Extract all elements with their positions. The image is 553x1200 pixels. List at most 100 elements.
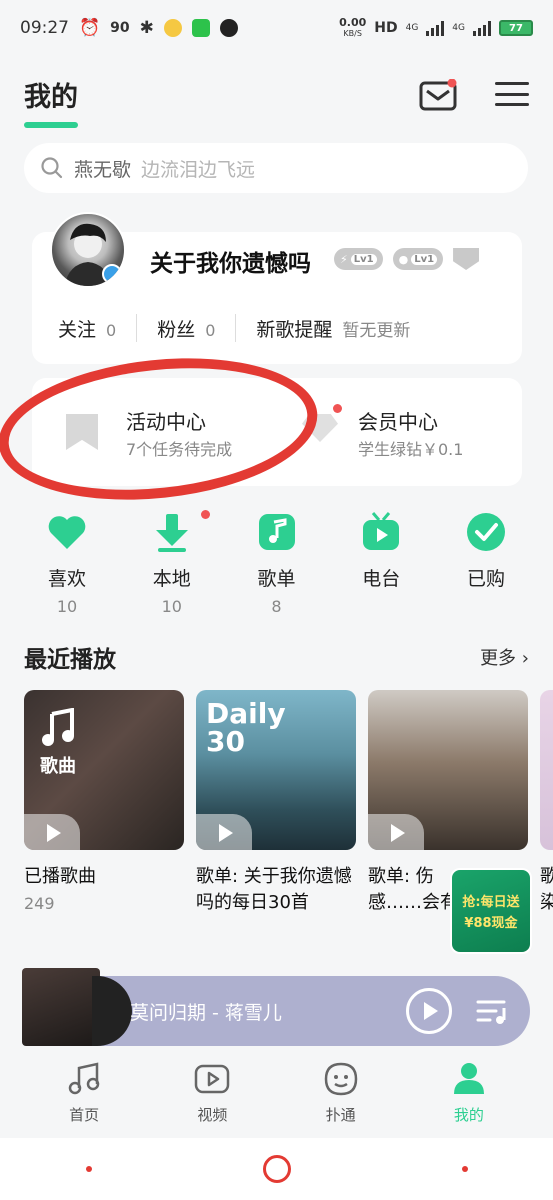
network-speed: 90 [110,20,130,36]
cover-image: Daily 30 [196,690,356,850]
tab-video[interactable]: 视频 [167,1060,257,1125]
disc-level-badge[interactable]: ● Lv1 [392,248,444,270]
user-icon [453,1062,484,1094]
play-icon[interactable] [368,814,424,850]
shortcut-playlist[interactable]: 歌单 8 [225,510,329,617]
shortcut-like[interactable]: 喜欢 10 [15,510,119,617]
diamond-icon [302,414,338,442]
status-time: 09:27 [20,18,69,38]
level-badges[interactable]: ⚡ Lv1 ● Lv1 [334,248,480,270]
menu-nav-button[interactable] [85,1166,92,1172]
tab-mine[interactable]: 我的 [424,1060,514,1125]
search-artist: 燕无歇 [74,158,132,181]
notification-dot [200,510,210,519]
page-title: 我的 [24,75,78,128]
smile-bubble-icon [324,1062,357,1095]
vip-title: 会员中心 [358,410,438,434]
page-header: 我的 [24,64,529,128]
playlist-icon[interactable] [476,998,508,1026]
activity-center-button[interactable]: 活动中心 7个任务待完成 [32,378,277,486]
activity-subtitle: 7个任务待完成 [126,440,233,459]
hd-indicator: HD [374,20,398,36]
cover-image: 歌曲 [24,690,184,850]
activity-vip-card: 活动中心 7个任务待完成 会员中心 学生绿钻￥0.1 [32,378,522,486]
username[interactable]: 关于我你遗憾吗 [150,244,311,278]
wechat-icon [191,19,210,37]
shortcut-local[interactable]: 本地 10 [120,510,224,617]
menu-line [495,103,529,106]
download-icon [155,514,188,552]
lightning-level-badge[interactable]: ⚡ Lv1 [334,248,383,270]
vinyl-disc [92,976,132,1046]
chevron-right-icon: › [521,648,529,669]
shortcut-radio[interactable]: 电台 [329,510,433,617]
bookmark-icon [66,414,98,450]
recent-item[interactable]: 歌染 [540,690,553,916]
play-icon[interactable] [196,814,252,850]
bottom-tab-bar: 首页 视频 扑通 我的 [0,1046,553,1138]
music-note-icon [42,708,74,746]
recent-item[interactable]: Daily 30 歌单: 关于我你遗憾吗的每日30首 [196,690,356,916]
vip-center-button[interactable]: 会员中心 学生绿钻￥0.1 [277,378,522,486]
fans-stat[interactable]: 粉丝 0 [157,315,215,342]
alarm-icon: ⏰ [79,18,101,38]
music-note-icon [68,1061,100,1094]
section-title: 最近播放 [24,647,116,673]
cover-label: 歌曲 [40,756,76,777]
system-nav-bar [0,1138,553,1200]
recent-count: 249 [24,894,55,913]
divider [136,314,138,342]
cover-label: Daily 30 [206,697,286,758]
home-nav-button[interactable] [262,1155,291,1183]
search-hint: 边流泪边飞远 [141,158,256,181]
recent-title: 歌单: 关于我你遗憾吗的每日30首 [196,866,352,913]
message-button[interactable] [419,78,457,111]
bluetooth-icon: ✱ [139,18,154,38]
qq-icon [219,19,238,37]
data-rate: 0.00 KB/S [339,16,367,38]
tab-home[interactable]: 首页 [39,1060,129,1125]
signal-icon-2 [473,20,491,36]
search-bar[interactable]: 燕无歇 边流泪边飞远 [24,143,528,193]
new-song-alert[interactable]: 新歌提醒 暂无更新 [256,315,410,342]
cover-image [540,690,553,850]
music-note-icon [258,514,295,550]
shortcut-row: 喜欢 10 本地 10 歌单 8 电台 已购 [15,510,538,617]
promo-badge[interactable]: 抢:每日送 ¥88现金 [450,868,532,954]
avatar[interactable] [50,212,126,288]
tv-icon [363,512,400,550]
signal-icon [426,20,445,36]
status-bar: 09:27 ⏰ 90 ✱ 0.00 KB/S HD 4G 4G 77 [0,0,553,56]
search-icon [41,157,63,179]
battery-icon: 77 [499,20,533,36]
notification-dot [333,404,342,413]
shortcut-purchased[interactable]: 已购 [434,510,538,617]
verified-badge-icon [102,264,122,284]
video-icon [195,1064,230,1093]
now-playing-cover[interactable] [22,968,100,1046]
vip-badge-icon[interactable] [453,248,480,270]
vip-subtitle: 学生绿钻￥0.1 [358,440,464,459]
recent-title: 已播歌曲 [24,866,96,887]
menu-line [495,82,529,85]
mini-player[interactable]: 莫问归期 - 蒋雪儿 [22,968,530,1046]
mail-icon [419,78,457,111]
play-button[interactable] [406,988,452,1034]
follow-stat[interactable]: 关注 0 [58,315,116,342]
net-type-2: 4G [452,23,465,33]
now-playing-title: 莫问归期 - 蒋雪儿 [130,1002,282,1024]
promo-line: ¥88现金 [464,916,518,931]
more-link[interactable]: 更多 › [480,644,529,670]
play-icon[interactable] [24,814,80,850]
recent-item[interactable]: 歌曲 已播歌曲 249 [24,690,184,916]
profile-stats: 关注 0 粉丝 0 新歌提醒 暂无更新 [58,314,410,342]
recent-section-header: 最近播放 更多 › [24,640,529,674]
tab-putong[interactable]: 扑通 [296,1060,386,1125]
app-notification-icon [163,19,182,37]
menu-button[interactable] [495,79,529,109]
cover-image [368,690,528,850]
back-nav-button[interactable] [461,1166,468,1172]
profile-card[interactable]: 关于我你遗憾吗 ⚡ Lv1 ● Lv1 关注 0 粉丝 0 新歌提醒 暂无更新 [32,212,522,364]
check-circle-icon [467,513,505,551]
activity-title: 活动中心 [126,410,206,434]
